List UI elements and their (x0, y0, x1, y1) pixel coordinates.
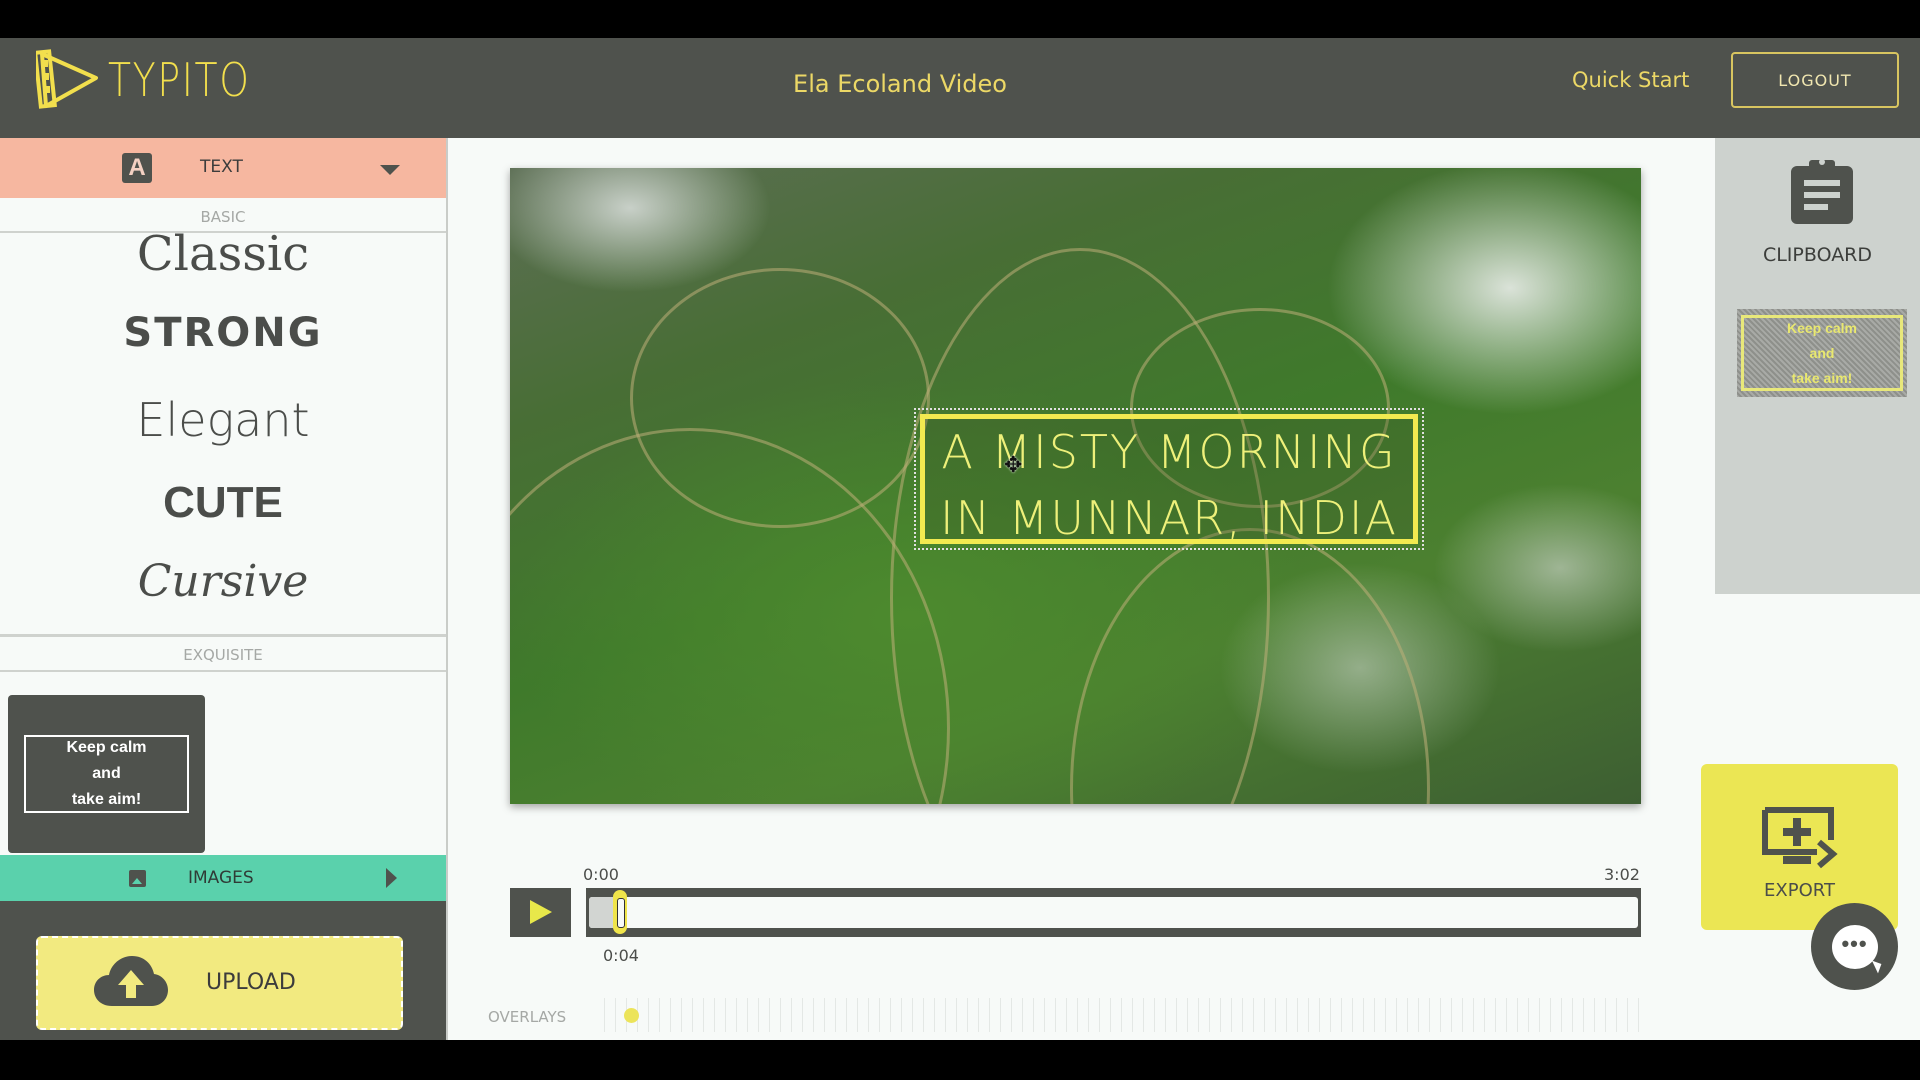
terrain-path (630, 268, 930, 528)
clipboard-item-line: take aim! (1791, 369, 1853, 386)
overlays-label: OVERLAYS (488, 1008, 567, 1026)
top-header: TYPITO Ela Ecoland Video Quick Start LOG… (0, 38, 1920, 138)
text-style-cute[interactable]: CUTE (0, 478, 446, 528)
timeline-start-time: 0:00 (583, 865, 619, 884)
left-sidebar: A TEXT BASIC Classic STRONG Elegant CUTE… (0, 138, 448, 1040)
clipboard-label: CLIPBOARD (1762, 244, 1873, 266)
playhead-handle[interactable] (613, 890, 628, 934)
clipboard-item-line: and (1809, 344, 1835, 361)
images-section-header[interactable]: IMAGES (0, 855, 446, 901)
caption-overlay[interactable]: A MISTY MORNING IN MUNNAR, INDIA ✥ (914, 408, 1424, 550)
project-title[interactable]: Ela Ecoland Video (0, 70, 1800, 98)
video-preview[interactable]: A MISTY MORNING IN MUNNAR, INDIA ✥ (510, 168, 1641, 804)
template-text-frame: Keep calm and take aim! (24, 735, 189, 813)
editor-stage: A MISTY MORNING IN MUNNAR, INDIA ✥ 0:00 … (448, 138, 1715, 1040)
text-style-strong[interactable]: STRONG (0, 310, 446, 356)
caption-text-frame[interactable]: A MISTY MORNING IN MUNNAR, INDIA (920, 414, 1418, 545)
clipboard-item[interactable]: Keep calm and take aim! (1737, 309, 1907, 397)
scrubber-track (589, 897, 1638, 928)
chat-support-button[interactable]: ••• (1811, 903, 1898, 990)
images-section-label: IMAGES (188, 868, 254, 888)
text-section-header[interactable]: A TEXT (0, 138, 446, 198)
letter-a-icon: A (122, 153, 152, 183)
typito-app: TYPITO Ela Ecoland Video Quick Start LOG… (0, 38, 1920, 1040)
logout-button[interactable]: LOGOUT (1731, 52, 1899, 108)
export-label: EXPORT (1764, 880, 1835, 901)
basic-section-label: BASIC (200, 208, 246, 226)
text-style-classic[interactable]: Classic (0, 226, 446, 282)
export-monitor-icon (1762, 807, 1838, 869)
ellipsis-icon: ••• (1841, 931, 1868, 956)
caret-right-icon[interactable] (386, 868, 397, 888)
timeline-end-time: 3:02 (1604, 865, 1640, 884)
text-section-label: TEXT (200, 157, 243, 177)
cloud-upload-icon (94, 956, 168, 1006)
text-style-cursive[interactable]: Cursive (0, 556, 446, 607)
timeline-scrubber[interactable] (586, 888, 1641, 937)
clipboard-panel: CLIPBOARD Keep calm and take aim! (1715, 138, 1920, 594)
exquisite-section-label: EXQUISITE (183, 646, 263, 664)
play-button[interactable] (510, 888, 571, 937)
caret-down-icon[interactable] (380, 165, 400, 175)
caption-line-2: IN MUNNAR, INDIA (940, 491, 1398, 545)
exquisite-template-card[interactable]: Keep calm and take aim! (8, 695, 205, 853)
clipboard-icon (1791, 159, 1853, 224)
overlay-marker[interactable] (624, 1008, 639, 1023)
template-line: Keep calm (66, 739, 147, 756)
caption-line-1: A MISTY MORNING (941, 425, 1397, 479)
template-line: and (92, 765, 121, 782)
template-line: take aim! (71, 791, 142, 808)
image-icon (129, 870, 146, 887)
upload-area: UPLOAD (0, 901, 446, 1040)
text-style-elegant[interactable]: Elegant (0, 393, 446, 447)
upload-label: UPLOAD (206, 970, 296, 995)
clipboard-item-line: Keep calm (1786, 319, 1858, 336)
overlays-track[interactable] (594, 998, 1641, 1032)
divider (0, 670, 446, 672)
move-cursor-icon: ✥ (1004, 452, 1023, 477)
clipboard-item-frame: Keep calm and take aim! (1741, 315, 1903, 391)
divider (0, 634, 446, 637)
quick-start-link[interactable]: Quick Start (1572, 68, 1689, 92)
current-time: 0:04 (603, 946, 639, 965)
upload-button[interactable]: UPLOAD (36, 936, 403, 1030)
